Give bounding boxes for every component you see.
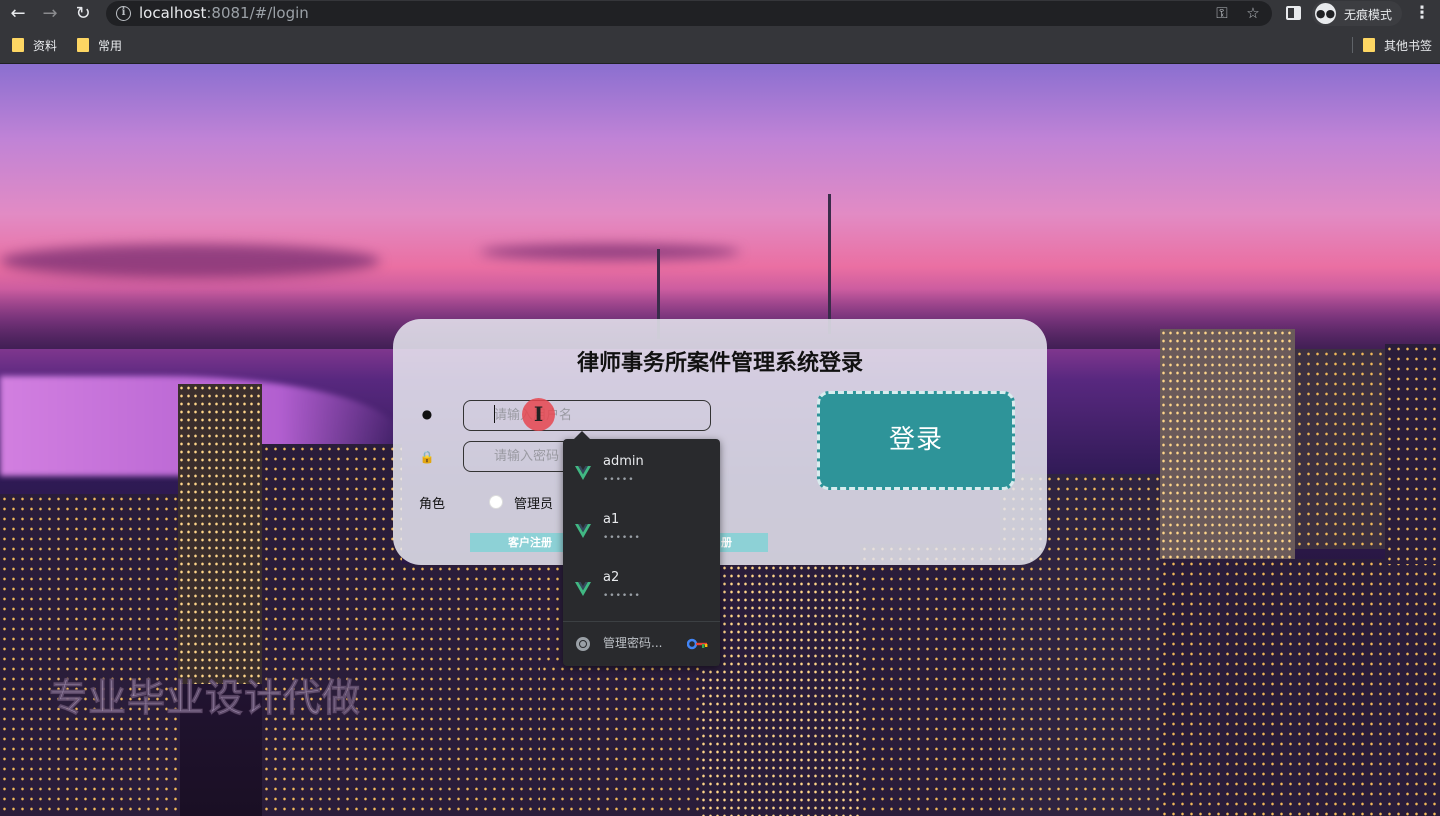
building: [262, 444, 402, 816]
building: [540, 664, 700, 816]
autofill-account-item[interactable]: a2 ••••••: [563, 565, 720, 623]
other-bookmarks[interactable]: 其他书签: [1363, 37, 1432, 55]
username-input[interactable]: [463, 400, 711, 431]
text-caret: [494, 405, 495, 423]
folder-icon: [77, 38, 89, 52]
building: [0, 494, 180, 816]
reload-icon[interactable]: ↻: [71, 2, 95, 26]
url-text[interactable]: localhost:8081/#/login: [139, 4, 309, 22]
manage-passwords-item[interactable]: 管理密码...: [563, 629, 720, 659]
cloud: [480, 244, 740, 260]
watermark-text: 专业毕业设计代做: [48, 676, 362, 721]
incognito-label: 无痕模式: [1344, 8, 1393, 22]
folder-icon: [1363, 38, 1375, 52]
dropdown-divider: [563, 621, 720, 622]
building: [1160, 559, 1440, 816]
vue-logo-icon: [575, 524, 591, 538]
role-radio-admin[interactable]: [489, 495, 503, 509]
site-info-icon[interactable]: i: [116, 6, 131, 21]
antenna: [828, 194, 831, 334]
folder-icon: [12, 38, 24, 52]
bookmark-folder-1[interactable]: 资料: [12, 37, 57, 55]
password-autofill-dropdown: admin ••••• a1 •••••• a2 •••••• 管理密码...: [563, 431, 720, 666]
user-icon: ●: [421, 407, 433, 421]
role-option-label: 管理员: [514, 497, 554, 512]
incognito-badge[interactable]: ●● 无痕模式: [1312, 1, 1402, 26]
vue-logo-icon: [575, 582, 591, 596]
key-icon[interactable]: ⚿: [1212, 3, 1232, 23]
page-background: 专业毕业设计代做 律师事务所案件管理系统登录 ● 🔒 角色 管理员 客户注册 册…: [0, 64, 1440, 816]
menu-icon[interactable]: ⋮: [1412, 2, 1432, 24]
role-label: 角色: [419, 497, 446, 512]
building: [1295, 349, 1385, 549]
incognito-icon: ●●: [1315, 3, 1336, 24]
forward-icon[interactable]: →: [38, 2, 62, 26]
side-panel-icon[interactable]: [1286, 6, 1301, 20]
autofill-account-item[interactable]: admin •••••: [563, 449, 720, 507]
bookmark-separator: [1352, 37, 1353, 53]
browser-toolbar: ← → ↻ i localhost:8081/#/login ⚿ ☆ ●● 无痕…: [0, 0, 1440, 27]
lock-icon: 🔒: [419, 450, 435, 464]
page-title: 律师事务所案件管理系统登录: [576, 351, 863, 376]
cloud: [0, 244, 380, 278]
vue-logo-icon: [575, 466, 591, 480]
google-key-icon: [687, 638, 708, 650]
back-icon[interactable]: ←: [6, 2, 30, 26]
bookmarks-bar: 资料 常用 其他书签: [0, 27, 1440, 64]
autofill-account-item[interactable]: a1 ••••••: [563, 507, 720, 565]
building: [1385, 344, 1440, 564]
login-card: 律师事务所案件管理系统登录 ● 🔒 角色 管理员 客户注册 册 登录: [393, 319, 1047, 565]
bookmark-folder-2[interactable]: 常用: [77, 37, 122, 55]
text-cursor-icon: [522, 398, 555, 431]
building: [860, 544, 1000, 816]
bookmark-star-icon[interactable]: ☆: [1243, 3, 1263, 23]
chrome-icon: [576, 637, 590, 651]
building: [700, 564, 860, 816]
login-button[interactable]: 登录: [817, 391, 1015, 490]
building: [178, 384, 262, 684]
address-bar[interactable]: i localhost:8081/#/login ⚿ ☆: [106, 1, 1272, 26]
